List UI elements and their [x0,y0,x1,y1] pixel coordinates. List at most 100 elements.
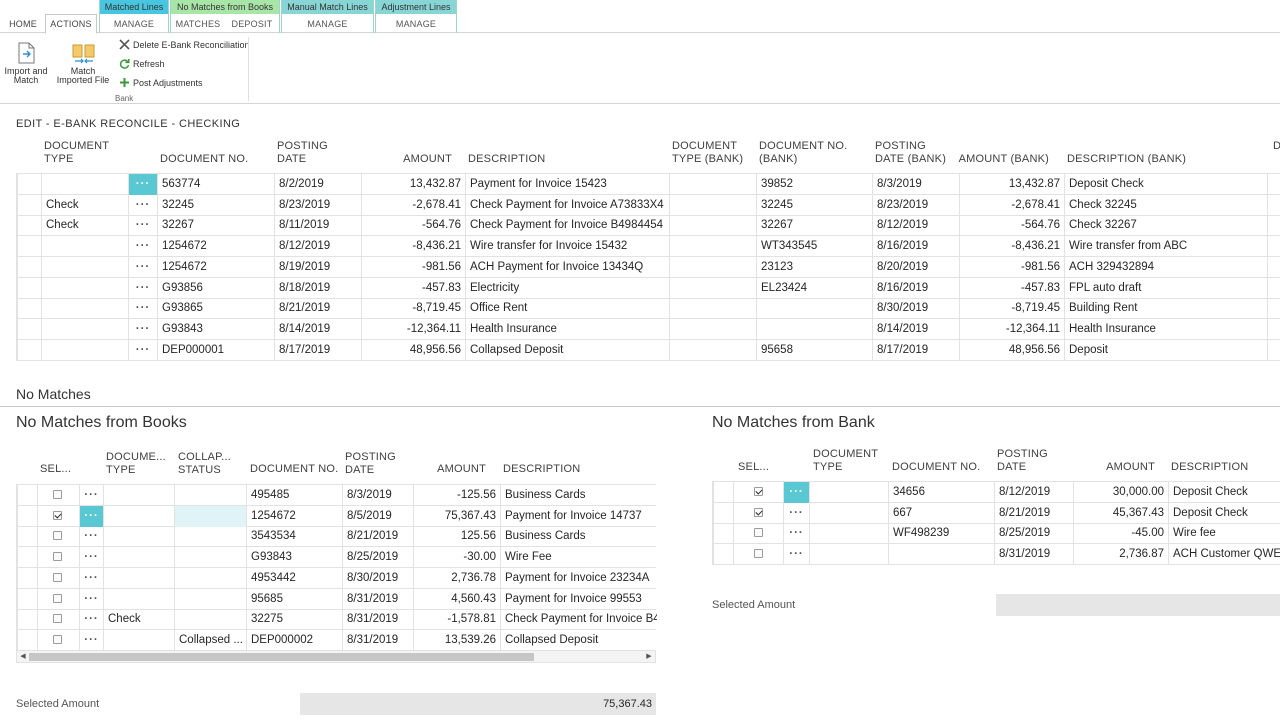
row-menu-dots-icon[interactable]: ··· [128,174,157,195]
row-menu-dots-icon[interactable]: ··· [79,567,103,589]
tab-manual-match-manage[interactable]: MANAGE [282,14,373,33]
row-menu-dots-icon[interactable]: ··· [128,277,157,299]
row-menu-dots-icon[interactable]: ··· [79,547,103,569]
row-menu-dots-icon[interactable]: ··· [783,544,809,566]
row-menu-dots-icon[interactable]: ··· [79,505,103,527]
col-header-document-no[interactable]: DOCUMENT NO. [160,153,270,166]
col-header-description[interactable]: DESCRIPTION [468,153,618,166]
bank-table-row[interactable]: ··· WF498239 8/25/2019 -45.00 Wire fee [712,523,1280,545]
row-menu-dots-icon[interactable]: ··· [79,526,103,548]
select-checkbox[interactable] [53,552,62,562]
posting-date-cell: 8/25/2019 [994,523,1073,545]
col-header-posting-date[interactable]: POSTING DATE [277,140,337,166]
scrollbar-thumb[interactable] [29,653,534,661]
col-header-posting-date-bank[interactable]: POSTING DATE (BANK) [875,140,955,166]
select-checkbox[interactable] [53,531,62,541]
books-table-row[interactable]: ··· Collapsed ... DEP000002 8/31/2019 13,539… [16,629,656,651]
row-menu-dots-icon[interactable]: ··· [128,339,157,361]
posting-date-cell: 8/25/2019 [342,547,413,569]
import-and-match-button[interactable]: Import and Match [4,41,48,85]
tab-actions[interactable]: ACTIONS [45,14,97,34]
tab-no-matches-matches[interactable]: MATCHES [171,14,225,33]
match-imported-file-button[interactable]: Match Imported File [52,41,114,85]
col-header-amount[interactable]: AMOUNT [362,153,452,166]
books-col-header-posting-date[interactable]: POSTING DATE [345,451,405,477]
books-col-header-description[interactable]: DESCRIPTION [503,463,653,476]
scroll-right-arrow-icon[interactable]: ▶ [643,651,655,662]
bank-col-header-select[interactable]: SEL... [738,461,769,474]
select-checkbox[interactable] [53,572,62,582]
select-checkbox[interactable] [754,487,763,496]
col-header-document-type-bank[interactable]: DOCUMENT TYPE (BANK) [672,140,752,166]
delete-recon-button[interactable]: Delete E-Bank Reconciliation [119,38,250,52]
row-menu-dots-icon[interactable]: ··· [79,609,103,631]
select-cell[interactable] [733,502,783,524]
matched-table-row[interactable]: Check ··· 32245 8/23/2019 -2,678.41 Check Pay… [16,194,1280,216]
row-menu-dots-icon[interactable]: ··· [783,523,809,545]
select-checkbox[interactable] [53,634,62,644]
select-checkbox[interactable] [53,593,62,603]
matched-table-row[interactable]: ··· DEP000001 8/17/2019 48,956.56 Collapsed … [16,339,1280,361]
tab-home[interactable]: HOME [4,14,42,33]
post-adjustments-button[interactable]: Post Adjustments [119,76,203,90]
select-checkbox[interactable] [53,490,62,499]
bank-col-header-document-type[interactable]: DOCUMENT TYPE [813,448,883,474]
books-horizontal-scrollbar[interactable]: ◀ ▶ [16,650,656,663]
tab-adjustment-manage[interactable]: MANAGE [376,14,456,33]
bank-col-header-amount[interactable]: AMOUNT [1075,461,1155,474]
books-table-row[interactable]: ··· G93843 8/25/2019 -30.00 Wire Fee [16,547,656,569]
select-cell[interactable] [733,482,783,503]
matched-table-row[interactable]: ··· G93843 8/14/2019 -12,364.11 Health Insur… [16,318,1280,340]
books-table-row[interactable]: ··· Check 32275 8/31/2019 -1,578.81 Check Pay… [16,609,657,631]
books-col-header-document-type[interactable]: DOCUME... TYPE [106,451,170,477]
bank-table-row[interactable]: ··· 8/31/20192,736.87ACH Customer QWERT [712,544,1280,566]
col-header-description-bank[interactable]: DESCRIPTION (BANK) [1067,153,1217,166]
matched-table-row[interactable]: ··· G93856 8/18/2019 -457.83 Electricity EL23… [16,277,1280,299]
row-menu-dots-icon[interactable]: ··· [783,482,809,503]
books-table-row[interactable]: ··· 495485 8/3/2019 -125.56 Business Cards [16,485,656,506]
row-menu-dots-icon[interactable]: ··· [783,502,809,524]
matched-table-row[interactable]: ··· G93865 8/21/2019 -8,719.45 Office Rent 8/… [16,298,1280,320]
tab-no-matches-deposit[interactable]: DEPOSIT [225,14,279,33]
select-cell[interactable] [733,544,783,566]
bank-col-header-description[interactable]: DESCRIPTION [1171,461,1271,474]
matched-table-row[interactable]: ··· 1254672 8/12/2019 -8,436.21 Wire transfe… [16,236,1280,258]
bank-col-header-posting-date[interactable]: POSTING DATE [997,448,1057,474]
refresh-button[interactable]: Refresh [119,57,165,71]
select-checkbox[interactable] [754,528,763,538]
row-menu-dots-icon[interactable]: ··· [128,194,157,216]
bank-col-header-document-no[interactable]: DOCUMENT NO. [892,461,992,474]
row-menu-dots-icon[interactable]: ··· [128,318,157,340]
row-menu-dots-icon[interactable]: ··· [128,236,157,258]
select-checkbox[interactable] [53,614,62,624]
row-menu-dots-icon[interactable]: ··· [128,215,157,237]
col-header-document-type[interactable]: DOCUMENT TYPE [44,140,134,166]
matched-table-row[interactable]: Check ··· 32267 8/11/2019 -564.76 Check Payme… [16,215,1280,237]
ctx-group-manual-match-lines: Manual Match Lines MANAGE [281,0,374,33]
select-cell[interactable] [733,523,783,545]
books-col-header-collapsed-status[interactable]: COLLAP... STATUS [178,451,242,477]
col-header-document-no-bank[interactable]: DOCUMENT NO. (BANK) [759,140,859,166]
matched-table-row[interactable]: ··· 563774 8/2/2019 13,432.87 Payment for In… [16,174,1280,195]
scroll-left-arrow-icon[interactable]: ◀ [17,651,29,662]
row-menu-dots-icon[interactable]: ··· [79,629,103,651]
col-header-amount-bank[interactable]: AMOUNT (BANK) [958,153,1049,166]
matched-table-row[interactable]: ··· 1254672 8/19/2019 -981.56 ACH Payment fo… [16,256,1280,278]
books-col-header-document-no[interactable]: DOCUMENT NO. [250,463,340,476]
books-table-row[interactable]: ··· 4953442 8/30/2019 2,736.78 Payment for I… [16,567,656,589]
books-table-row[interactable]: ··· 3543534 8/21/2019 125.56 Business Cards [16,526,656,548]
bank-table-row[interactable]: ··· 667 8/21/2019 45,367.43 Deposit Check [712,502,1280,524]
row-menu-dots-icon[interactable]: ··· [128,298,157,320]
row-menu-dots-icon[interactable]: ··· [79,588,103,610]
select-checkbox[interactable] [754,549,763,559]
books-table-row[interactable]: ··· 95685 8/31/2019 4,560.43 Payment for Inv… [16,588,656,610]
books-table-row[interactable]: ··· 1254672 8/5/2019 75,367.43 Payment for I… [16,505,656,527]
tab-matched-lines-manage[interactable]: MANAGE [100,14,168,33]
books-col-header-select[interactable]: SEL... [40,463,71,476]
select-checkbox[interactable] [53,510,62,520]
books-col-header-amount[interactable]: AMOUNT [416,463,486,476]
bank-table-row[interactable]: ··· 34656 8/12/2019 30,000.00 Deposit Check [712,482,1280,503]
row-menu-dots-icon[interactable]: ··· [128,256,157,278]
select-checkbox[interactable] [754,507,763,517]
row-menu-dots-icon[interactable]: ··· [79,485,103,506]
